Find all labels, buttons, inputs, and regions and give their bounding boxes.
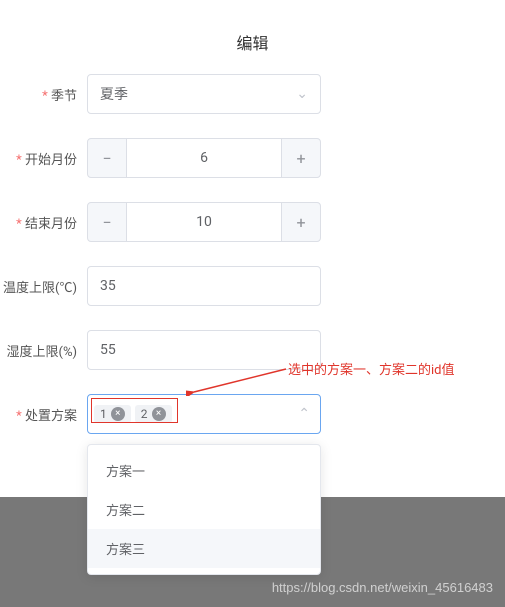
annotation-text: 选中的方案一、方案二的id值 <box>288 359 455 378</box>
start-month-stepper[interactable]: − 6 + <box>87 138 321 178</box>
watermark: https://blog.csdn.net/weixin_45616483 <box>272 580 493 595</box>
end-month-decrement[interactable]: − <box>87 202 127 242</box>
end-month-label: 结束月份 <box>3 213 87 232</box>
chevron-up-icon: ⌃ <box>298 406 310 422</box>
end-month-stepper[interactable]: − 10 + <box>87 202 321 242</box>
humid-limit-value: 55 <box>100 342 116 358</box>
humid-limit-label: 湿度上限(%) <box>3 341 87 360</box>
plan-tag-2-text: 2 <box>141 407 148 421</box>
start-month-value[interactable]: 6 <box>127 138 281 178</box>
temp-limit-label: 温度上限(℃) <box>3 277 87 296</box>
plan-dropdown[interactable]: 方案一 方案二 方案三 <box>87 444 321 575</box>
start-month-decrement[interactable]: − <box>87 138 127 178</box>
form-title: 编辑 <box>0 0 505 74</box>
plan-tag-2[interactable]: 2 × <box>135 405 172 423</box>
close-icon[interactable]: × <box>152 407 166 421</box>
dropdown-option-1[interactable]: 方案一 <box>88 451 320 490</box>
plan-tag-1[interactable]: 1 × <box>94 405 131 423</box>
humid-limit-input[interactable]: 55 <box>87 330 321 370</box>
temp-limit-value: 35 <box>100 278 116 294</box>
plan-multiselect[interactable]: 1 × 2 × ⌃ <box>87 394 321 434</box>
plan-tag-1-text: 1 <box>100 407 107 421</box>
end-month-value[interactable]: 10 <box>127 202 281 242</box>
start-month-increment[interactable]: + <box>281 138 321 178</box>
chevron-down-icon: ⌄ <box>296 86 308 102</box>
temp-limit-input[interactable]: 35 <box>87 266 321 306</box>
end-month-increment[interactable]: + <box>281 202 321 242</box>
season-select[interactable]: 夏季 ⌄ <box>87 74 321 114</box>
close-icon[interactable]: × <box>111 407 125 421</box>
season-label: 季节 <box>3 85 87 104</box>
start-month-label: 开始月份 <box>3 149 87 168</box>
season-value: 夏季 <box>100 84 128 104</box>
dropdown-option-3[interactable]: 方案三 <box>88 529 320 568</box>
plan-label: 处置方案 <box>3 405 87 424</box>
dropdown-option-2[interactable]: 方案二 <box>88 490 320 529</box>
